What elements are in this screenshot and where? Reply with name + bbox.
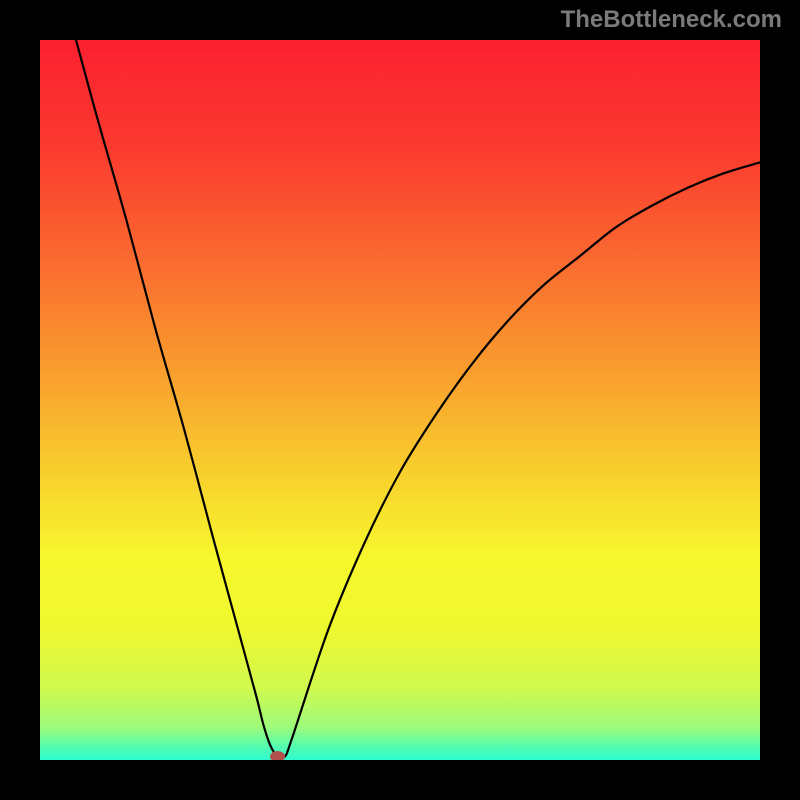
chart-svg — [40, 40, 760, 760]
bottleneck-curve — [76, 40, 760, 758]
watermark-text: TheBottleneck.com — [561, 6, 782, 34]
min-point-marker — [270, 751, 285, 760]
gradient-background — [40, 40, 760, 760]
plot-area — [40, 40, 760, 760]
chart-frame: TheBottleneck.com — [0, 0, 800, 800]
